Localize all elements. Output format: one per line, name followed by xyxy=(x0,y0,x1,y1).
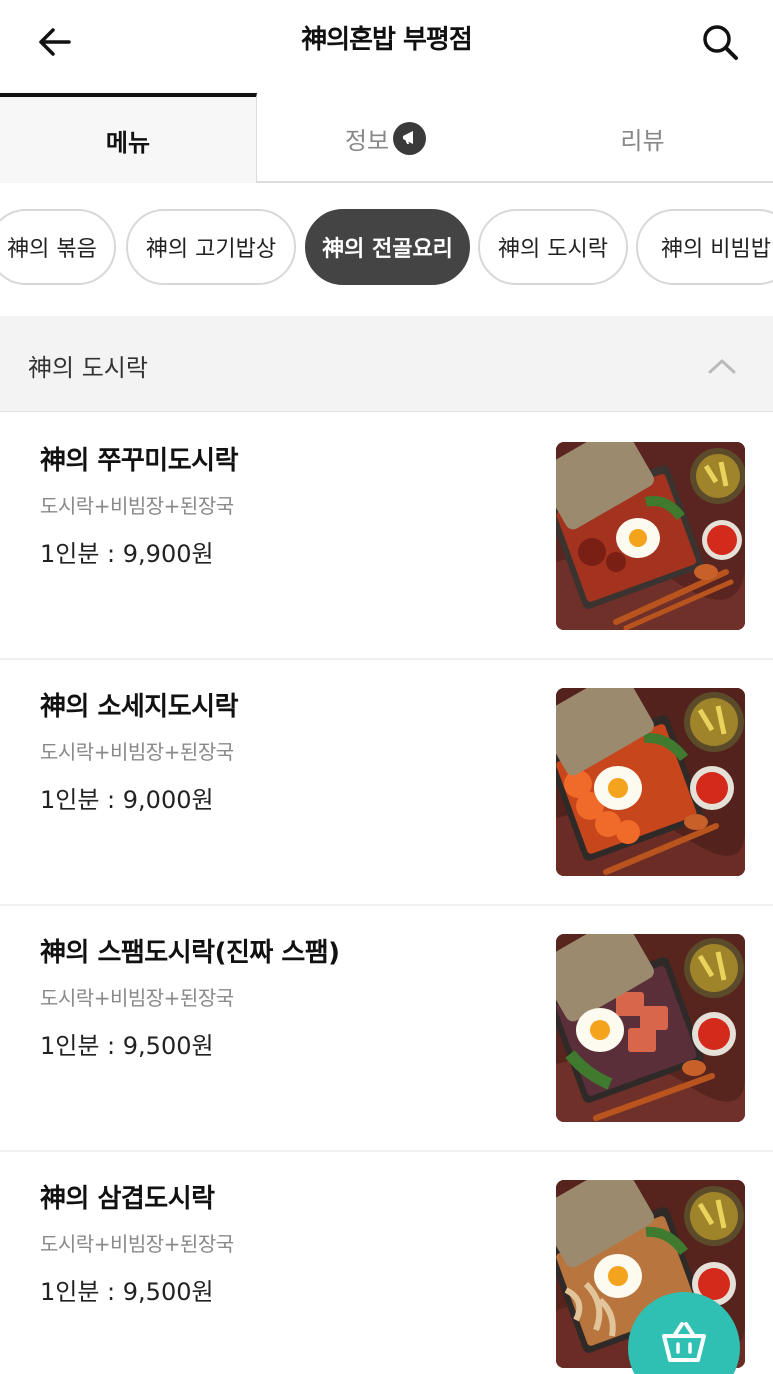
menu-item[interactable]: 神의 쭈꾸미도시락 도시락+비빔장+된장국 1인분 : 9,900원 xyxy=(0,414,773,660)
menu-item-price: 1인분 : 9,500원 xyxy=(40,1032,214,1060)
menu-item-description: 도시락+비빔장+된장국 xyxy=(40,494,234,518)
tab-review[interactable]: 리뷰 xyxy=(514,93,771,183)
category-chip[interactable]: 神의 고기밥상 xyxy=(126,209,296,285)
section-title: 神의 도시락 xyxy=(28,354,148,382)
tab-info-label: 정보 xyxy=(344,126,390,155)
section-header[interactable]: 神의 도시락 xyxy=(0,316,773,412)
megaphone-icon xyxy=(393,121,427,155)
menu-item[interactable]: 神의 스팸도시락(진짜 스팸) 도시락+비빔장+된장국 1인분 : 9,500원 xyxy=(0,906,773,1152)
menu-item-name: 神의 쭈꾸미도시락 xyxy=(40,446,239,476)
tab-menu-label: 메뉴 xyxy=(105,128,151,157)
tab-bar: 메뉴 정보 리뷰 xyxy=(0,93,773,183)
menu-item-description: 도시락+비빔장+된장국 xyxy=(40,740,234,764)
menu-item-price: 1인분 : 9,500원 xyxy=(40,1278,214,1306)
menu-item-photo xyxy=(556,688,745,876)
menu-item-price: 1인분 : 9,900원 xyxy=(40,540,214,568)
menu-item-name: 神의 소세지도시락 xyxy=(40,692,239,722)
category-chip-row[interactable]: 神의 볶음 神의 고기밥상 神의 전골요리 神의 도시락 神의 비빔밥 xyxy=(0,209,773,289)
menu-item-name: 神의 삼겹도시락 xyxy=(40,1184,215,1214)
category-chip[interactable]: 神의 볶음 xyxy=(0,209,116,285)
menu-item-photo xyxy=(556,442,745,630)
page-title: 神의혼밥 부평점 xyxy=(301,25,473,55)
menu-item-description: 도시락+비빔장+된장국 xyxy=(40,986,234,1010)
tab-info[interactable]: 정보 xyxy=(257,93,514,183)
search-icon xyxy=(703,25,738,60)
menu-item-description: 도시락+비빔장+된장국 xyxy=(40,1232,234,1256)
menu-item-name: 神의 스팸도시락(진짜 스팸) xyxy=(40,938,340,968)
category-chip-active[interactable]: 神의 전골요리 xyxy=(305,209,470,285)
tab-menu[interactable]: 메뉴 xyxy=(0,93,257,183)
category-chip[interactable]: 神의 비빔밥 xyxy=(636,209,773,285)
tab-review-label: 리뷰 xyxy=(620,126,665,155)
menu-item-photo xyxy=(556,934,745,1122)
menu-item[interactable]: 神의 소세지도시락 도시락+비빔장+된장국 1인분 : 9,000원 xyxy=(0,660,773,906)
category-chip[interactable]: 神의 도시락 xyxy=(478,209,628,285)
app-header: 神의혼밥 부평점 xyxy=(0,0,773,88)
search-button[interactable] xyxy=(694,16,746,68)
chevron-up-icon[interactable] xyxy=(706,356,738,376)
basket-icon xyxy=(662,1322,706,1362)
menu-item-price: 1인분 : 9,000원 xyxy=(40,786,214,814)
